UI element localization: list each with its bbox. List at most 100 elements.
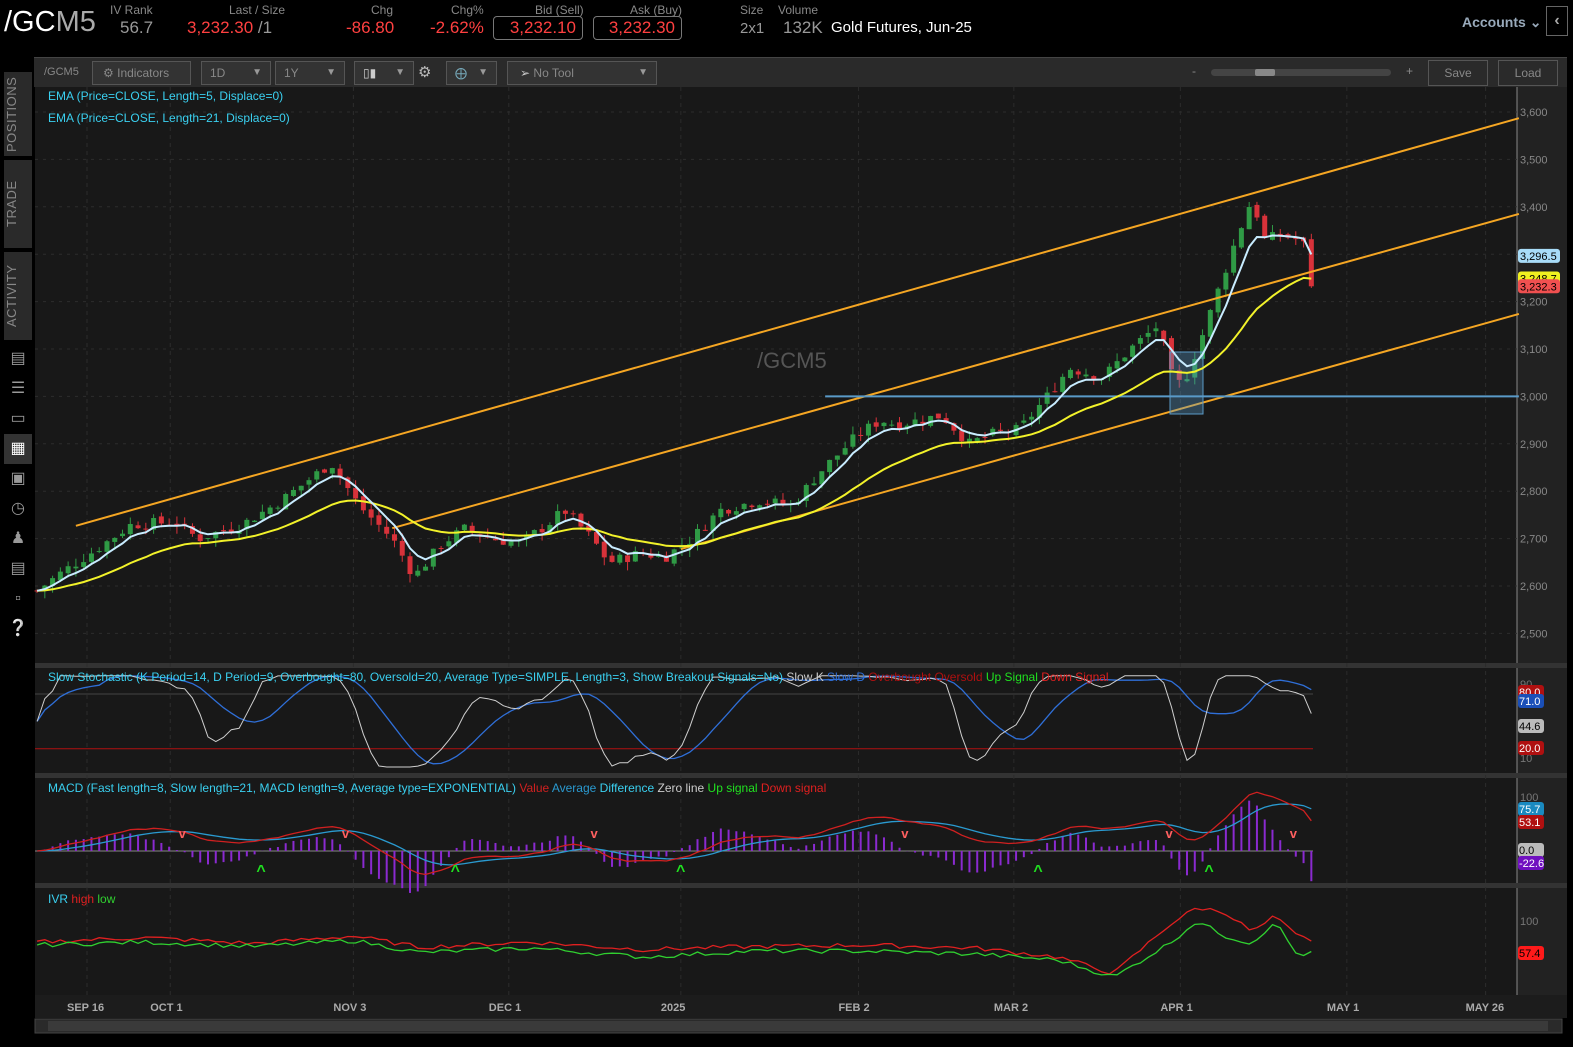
candle-body [1254,204,1260,218]
candle-body [290,489,296,496]
y-tick-label: 2,900 [1520,439,1548,451]
candle-body [702,529,708,531]
chart-area[interactable]: /GCM5 v ^ v ^ v ^ v ^ v ^ v SEP 16 OCT 1 NOV 3 DEC 1 2… [0,0,1573,1047]
candle-body [391,534,397,541]
stoch-oversold: Oversold [934,670,983,684]
candle-body [1060,376,1066,392]
y-tick-label: 3,500 [1520,154,1548,166]
candle-body [81,562,87,567]
candle-body [741,503,747,510]
candle-body [197,534,203,542]
candle-body [1137,338,1143,344]
candle-body [562,510,568,514]
ivr-legend: IVR high low [48,892,115,906]
candle-body [1052,391,1058,393]
macd-value-badge-label: 53.1 [1519,817,1540,829]
candle-body [974,438,980,441]
candle-body [322,469,328,473]
macd-up-signal-icon: ^ [676,863,685,880]
x-tick-label: SEP 16 [67,1002,104,1014]
y-tick-label: 2,600 [1520,581,1548,593]
stoch-slowd: Slow D [827,670,866,684]
candle-body [757,505,763,508]
macd-title: MACD (Fast length=8, Slow length=21, MAC… [48,781,517,795]
macd-down-signal-icon: v [1165,826,1173,841]
ema5-legend: EMA (Price=CLOSE, Length=5, Displace=0) [48,89,284,103]
y-tick-label: 3,400 [1520,202,1548,214]
candle-body [555,511,561,525]
candle-body [88,553,94,562]
candle-body [252,520,258,523]
price-badge-label: 3,296.5 [1520,251,1557,263]
candle-body [376,515,382,525]
candle-body [733,511,739,515]
candle-body [539,528,545,533]
x-tick-label: MAR 2 [994,1002,1028,1014]
macd-down-label: Down signal [760,781,827,795]
pane-divider [35,883,1567,888]
candle-body [1145,332,1151,337]
x-tick-label: MAY 26 [1466,1002,1505,1014]
candle-body [329,468,335,474]
candle-body [508,541,514,546]
ivr-low-label: low [97,892,116,906]
candle-body [1207,310,1213,337]
ivr-high-label: high [71,892,95,906]
candle-body [461,524,467,531]
y-tick-label: 3,600 [1520,107,1548,119]
candle-body [384,526,390,534]
candle-body [1161,330,1167,341]
stoch-slowk-badge-label: 44.6 [1519,721,1540,733]
x-tick-label: MAY 1 [1327,1002,1359,1014]
macd-down-signal-icon: v [590,826,598,841]
macd-up-signal-icon: ^ [1204,863,1213,880]
candle-body [104,541,110,552]
candle-body [446,541,452,547]
candle-body [96,551,102,553]
candle-body [1262,215,1268,238]
macd-legend: MACD (Fast length=8, Slow length=21, MAC… [48,781,826,795]
macd-average-label: Average [551,781,597,795]
macd-value-label: Value [519,781,550,795]
candle-body [842,448,848,455]
stoch-oversold-badge-label: 20.0 [1519,743,1540,755]
scrollbar-thumb[interactable] [48,1021,1548,1031]
candle-body [1223,272,1229,290]
candle-body [671,549,677,564]
candle-body [764,503,770,505]
candle-body [881,422,887,427]
candle-body [112,537,118,542]
y-tick-label: 3,000 [1520,391,1548,403]
candle-body [423,566,429,571]
candle-body [259,511,265,520]
candle-body [306,480,312,485]
candle-body [368,509,374,518]
candle-body [749,505,755,508]
y-tick-label: 3,100 [1520,344,1548,356]
candle-body [718,508,724,518]
macd-average-badge-label: 75.7 [1519,804,1540,816]
stoch-down-signal: Down Signal [1041,670,1109,684]
macd-up-signal-icon: ^ [1033,863,1042,880]
stoch-title: Slow Stochastic (K Period=14, D Period=9… [48,670,783,684]
candle-body [609,555,615,562]
candle-body [726,510,732,514]
candle-body [935,413,941,419]
candle-body [772,498,778,504]
candle-body [275,507,281,509]
symbol-watermark: /GCM5 [757,348,827,373]
candle-body [221,530,227,532]
ivr-title: IVR [48,892,69,906]
macd-zero-badge-label: 0.0 [1519,845,1534,857]
candle-body [407,556,413,575]
pane-divider [35,773,1567,778]
stoch-legend: Slow Stochastic (K Period=14, D Period=9… [48,670,1109,684]
candle-body [873,422,879,427]
macd-up-signal-icon: ^ [256,863,265,880]
candle-body [998,429,1004,431]
candle-body [1067,369,1073,379]
candle-body [1153,328,1159,332]
candle-body [1122,357,1128,362]
candle-body [1083,374,1089,377]
macd-down-signal-icon: v [179,826,187,841]
